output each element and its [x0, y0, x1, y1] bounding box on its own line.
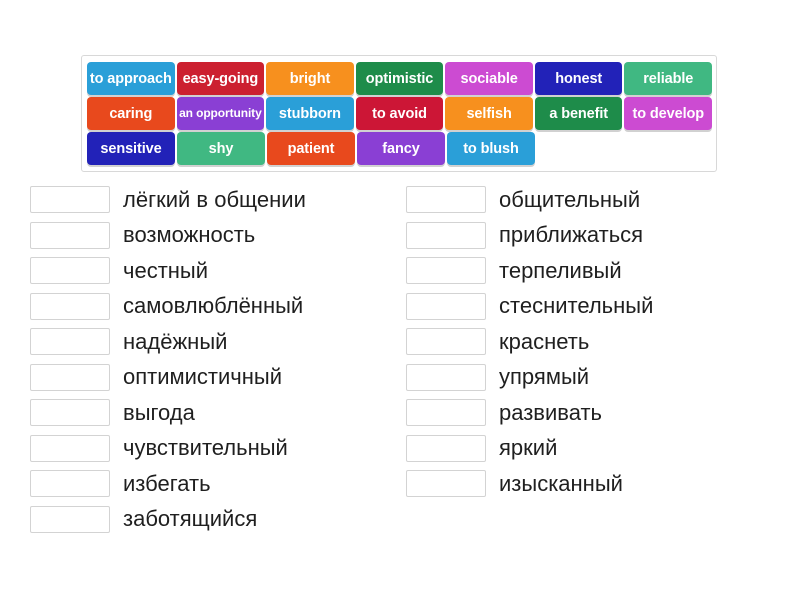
- translation-word: чувствительный: [123, 435, 288, 461]
- answer-drop-box[interactable]: [30, 470, 110, 498]
- translation-word: развивать: [499, 399, 603, 425]
- list-item: терпеливый: [406, 253, 653, 289]
- translation-word: возможность: [123, 222, 256, 248]
- list-item: приближаться: [406, 218, 653, 254]
- answer-drop-box[interactable]: [406, 434, 486, 462]
- answer-drop-box[interactable]: [30, 505, 110, 533]
- list-item: яркий: [406, 431, 653, 467]
- word-tile[interactable]: shy: [177, 132, 265, 165]
- list-item: лёгкий в общении: [30, 182, 306, 218]
- translation-word: упрямый: [499, 364, 590, 390]
- list-item: развивать: [406, 395, 653, 431]
- answer-drop-box[interactable]: [30, 399, 110, 427]
- word-bank-panel: to approach easy-going bright optimistic soc…: [81, 55, 717, 172]
- translation-word: лёгкий в общении: [123, 186, 306, 212]
- answer-drop-box[interactable]: [406, 221, 486, 249]
- list-item: надёжный: [30, 324, 306, 360]
- word-tile[interactable]: honest: [534, 62, 623, 95]
- list-item: возможность: [30, 218, 306, 254]
- answer-drop-box[interactable]: [30, 363, 110, 391]
- word-tile[interactable]: patient: [267, 132, 355, 165]
- translation-word: яркий: [499, 435, 558, 461]
- answer-drop-box[interactable]: [30, 328, 110, 356]
- word-tile[interactable]: an opportunity: [176, 97, 265, 130]
- answer-drop-box[interactable]: [30, 434, 110, 462]
- list-item: краснеть: [406, 324, 653, 360]
- word-tile[interactable]: stubborn: [266, 97, 354, 130]
- word-tile[interactable]: reliable: [624, 62, 713, 95]
- translation-word: терпеливый: [499, 257, 622, 283]
- list-item: честный: [30, 253, 306, 289]
- word-tile[interactable]: optimistic: [355, 62, 444, 95]
- word-tile[interactable]: to approach: [87, 62, 175, 95]
- word-tile[interactable]: sociable: [445, 62, 533, 95]
- translation-word: стеснительный: [499, 293, 654, 319]
- translation-word: честный: [123, 257, 209, 283]
- answer-drop-box[interactable]: [30, 221, 110, 249]
- list-item: чувствительный: [30, 431, 306, 467]
- list-item: упрямый: [406, 360, 653, 396]
- list-item: изысканный: [406, 466, 653, 502]
- answer-column-left: лёгкий в общении возможность честный самовл…: [30, 182, 306, 537]
- translation-word: надёжный: [123, 328, 228, 354]
- list-item: оптимистичный: [30, 360, 306, 396]
- word-tile[interactable]: caring: [87, 97, 175, 130]
- translation-word: оптимистичный: [123, 364, 283, 390]
- answer-column-right: общительный приближаться терпеливый стеснит…: [406, 182, 653, 502]
- answer-drop-box[interactable]: [30, 257, 110, 285]
- list-item: общительный: [406, 182, 653, 218]
- word-tile[interactable]: sensitive: [87, 132, 175, 165]
- translation-word: краснеть: [499, 328, 590, 354]
- list-item: избегать: [30, 466, 306, 502]
- word-tile[interactable]: a benefit: [534, 97, 623, 130]
- list-item: заботящийся: [30, 502, 306, 538]
- word-tile[interactable]: to avoid: [355, 97, 444, 130]
- translation-word: выгода: [123, 399, 195, 425]
- answer-drop-box[interactable]: [406, 399, 486, 427]
- list-item: самовлюблённый: [30, 289, 306, 325]
- answer-drop-box[interactable]: [406, 257, 486, 285]
- answer-drop-box[interactable]: [406, 328, 486, 356]
- word-tile[interactable]: bright: [266, 62, 354, 95]
- word-bank-row: to approach easy-going bright optimistic soc…: [87, 62, 713, 95]
- translation-word: избегать: [123, 470, 211, 496]
- translation-word: общительный: [499, 186, 641, 212]
- answer-drop-box[interactable]: [30, 292, 110, 320]
- answer-drop-box[interactable]: [30, 186, 110, 214]
- word-bank-row: caring an opportunity stubborn to avoid self…: [87, 97, 713, 130]
- word-tile[interactable]: to blush: [447, 132, 535, 165]
- word-tile[interactable]: easy-going: [176, 62, 265, 95]
- list-item: стеснительный: [406, 289, 653, 325]
- word-tile[interactable]: fancy: [357, 132, 445, 165]
- translation-word: изысканный: [499, 470, 623, 496]
- word-tile[interactable]: to develop: [624, 97, 713, 130]
- answer-drop-box[interactable]: [406, 292, 486, 320]
- answer-drop-box[interactable]: [406, 470, 486, 498]
- word-tile[interactable]: selfish: [445, 97, 533, 130]
- translation-word: приближаться: [499, 222, 644, 248]
- translation-word: заботящийся: [123, 506, 258, 532]
- answer-drop-box[interactable]: [406, 186, 486, 214]
- word-bank-row: sensitive shy patient fancy to blush: [87, 132, 712, 165]
- translation-word: самовлюблённый: [123, 293, 304, 319]
- answer-drop-box[interactable]: [406, 363, 486, 391]
- list-item: выгода: [30, 395, 306, 431]
